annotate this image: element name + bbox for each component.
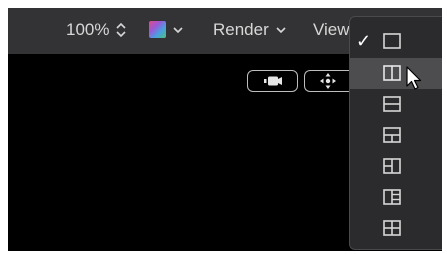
move-arrows-icon xyxy=(319,73,336,89)
render-menu-button[interactable]: Render xyxy=(213,19,286,41)
camera-icon xyxy=(263,76,282,86)
color-channel-button[interactable] xyxy=(149,21,183,38)
view-layout-menu: ✓ xyxy=(349,16,442,250)
menu-item-layout-split-horizontal[interactable] xyxy=(350,89,442,120)
chevron-down-icon xyxy=(173,26,183,33)
layout-right-split-icon xyxy=(383,189,401,205)
layout-top-split-icon xyxy=(383,127,401,143)
camera-button[interactable] xyxy=(247,70,298,92)
transform-button[interactable] xyxy=(304,70,350,92)
layout-single-icon xyxy=(383,33,401,49)
viewer-window: 100% Render View ✓ xyxy=(8,8,442,251)
render-label: Render xyxy=(213,20,269,39)
layout-split-vertical-icon xyxy=(383,65,401,81)
view-label: View xyxy=(313,20,350,39)
mouse-pointer-icon xyxy=(406,66,422,90)
zoom-control[interactable]: 100% xyxy=(66,19,127,41)
stepper-chevrons-icon xyxy=(116,22,127,38)
menu-item-layout-split-vertical[interactable] xyxy=(350,58,442,89)
menu-item-layout-top-split[interactable] xyxy=(350,120,442,151)
view-menu-button[interactable]: View xyxy=(313,19,350,41)
layout-split-horizontal-icon xyxy=(383,96,401,112)
menu-item-layout-right-split[interactable] xyxy=(350,182,442,213)
zoom-label: 100% xyxy=(66,20,110,39)
color-channels-icon xyxy=(149,21,166,38)
menu-item-layout-single[interactable]: ✓ xyxy=(350,26,442,57)
layout-quad-icon xyxy=(383,220,401,236)
layout-left-split-icon xyxy=(383,158,401,174)
chevron-down-icon xyxy=(276,27,286,34)
menu-item-layout-quad[interactable] xyxy=(350,213,442,244)
checkmark-icon: ✓ xyxy=(356,31,372,51)
menu-item-layout-left-split[interactable] xyxy=(350,151,442,182)
